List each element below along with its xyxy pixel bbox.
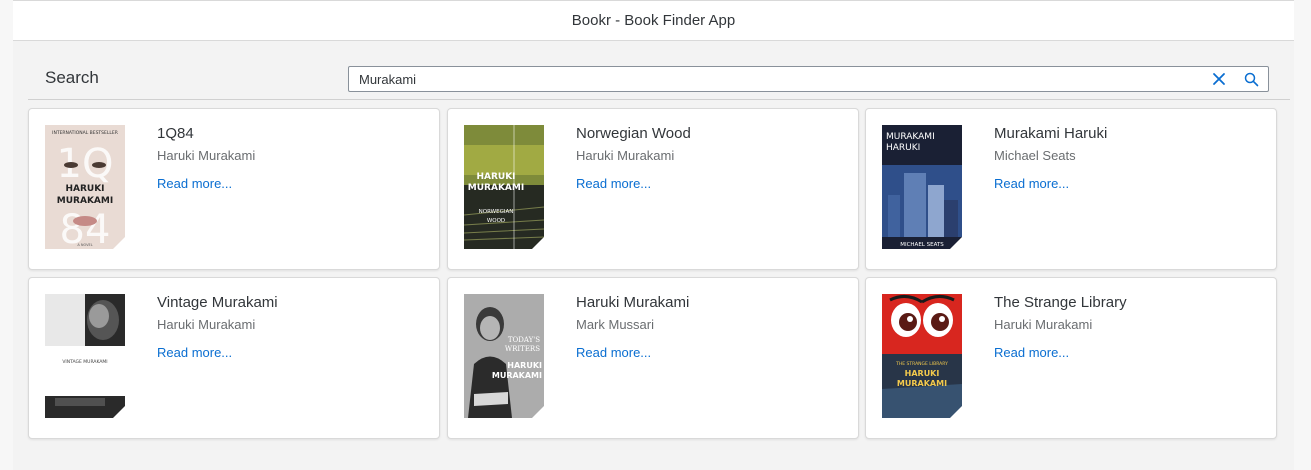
book-author: Haruki Murakami: [157, 148, 256, 163]
book-author: Haruki Murakami: [994, 317, 1093, 332]
cover-text: HARUKI: [886, 143, 920, 153]
book-cover-strange-library[interactable]: THE STRANGE LIBRARY HARUKI MURAKAMI: [882, 294, 962, 418]
book-card[interactable]: TODAY'S WRITERS HARUKI MURAKAMI Haruki M…: [447, 277, 859, 439]
cover-text: HARUKI: [905, 369, 940, 378]
read-more-link[interactable]: Read more...: [157, 176, 232, 191]
cover-text: VINTAGE MURAKAMI: [62, 359, 107, 365]
book-title: Haruki Murakami: [576, 294, 690, 311]
read-more-link[interactable]: Read more...: [994, 176, 1069, 191]
cover-text: MURAKAMI: [492, 371, 542, 380]
book-cover-1q84[interactable]: 1Q 84 INTERNATIONAL BESTSELLER HARUKI MU…: [45, 125, 125, 249]
cover-text: A NOVEL: [77, 243, 92, 247]
close-icon[interactable]: [1208, 69, 1230, 89]
read-more-link[interactable]: Read more...: [576, 345, 651, 360]
app-title: Bookr - Book Finder App: [571, 12, 736, 29]
book-cover-murakami-haruki[interactable]: MURAKAMI HARUKI MICHAEL SEATS: [882, 125, 962, 249]
search-field[interactable]: [348, 66, 1269, 92]
cover-text: TODAY'S: [508, 336, 540, 344]
book-cover-todays-writers[interactable]: TODAY'S WRITERS HARUKI MURAKAMI: [464, 294, 544, 418]
book-card[interactable]: THE STRANGE LIBRARY HARUKI MURAKAMI The …: [865, 277, 1277, 439]
cover-text: HARUKI: [476, 172, 515, 182]
book-title: Vintage Murakami: [157, 294, 278, 311]
read-more-link[interactable]: Read more...: [576, 176, 651, 191]
cover-text: MICHAEL SEATS: [900, 242, 944, 248]
book-author: Mark Mussari: [576, 317, 655, 332]
book-card[interactable]: HARUKI MURAKAMI NORWEGIAN WOOD Norwegian…: [447, 108, 859, 270]
cover-text: MURAKAMI: [897, 379, 947, 388]
search-label: Search: [45, 68, 99, 87]
cover-text: MURAKAMI: [468, 183, 524, 193]
cover-text: HARUKI: [507, 361, 542, 370]
cover-text: NORWEGIAN: [479, 209, 514, 215]
book-card[interactable]: VINTAGE MURAKAMI Vintage Murakami Haruki…: [28, 277, 440, 439]
search-icon[interactable]: [1240, 69, 1262, 89]
book-author: Haruki Murakami: [576, 148, 675, 163]
book-title: 1Q84: [157, 125, 194, 142]
book-title: Norwegian Wood: [576, 125, 691, 142]
book-title: The Strange Library: [994, 294, 1127, 311]
search-input[interactable]: [349, 67, 1199, 91]
read-more-link[interactable]: Read more...: [157, 345, 232, 360]
cover-text: MURAKAMI: [57, 196, 113, 206]
book-cover-vintage-murakami[interactable]: VINTAGE MURAKAMI: [45, 294, 125, 418]
book-card[interactable]: 1Q 84 INTERNATIONAL BESTSELLER HARUKI MU…: [28, 108, 440, 270]
cover-text: WOOD: [487, 218, 505, 224]
book-card[interactable]: MURAKAMI HARUKI MICHAEL SEATS Murakami H…: [865, 108, 1277, 270]
book-title: Murakami Haruki: [994, 125, 1108, 142]
cover-text: WRITERS: [505, 345, 540, 353]
cover-text: THE STRANGE LIBRARY: [895, 361, 948, 367]
cover-text: MURAKAMI: [886, 132, 935, 142]
app-shell: Bookr - Book Finder App Search Murakami …: [13, 0, 1294, 470]
book-cover-norwegian-wood[interactable]: HARUKI MURAKAMI NORWEGIAN WOOD: [464, 125, 544, 249]
search-toolbar: Search: [28, 60, 1290, 100]
book-author: Haruki Murakami: [157, 317, 256, 332]
cover-text: HARUKI: [65, 184, 104, 194]
app-header: Bookr - Book Finder App: [13, 0, 1294, 41]
book-author: Michael Seats: [994, 148, 1076, 163]
read-more-link[interactable]: Read more...: [994, 345, 1069, 360]
cover-text: INTERNATIONAL BESTSELLER: [52, 130, 118, 136]
